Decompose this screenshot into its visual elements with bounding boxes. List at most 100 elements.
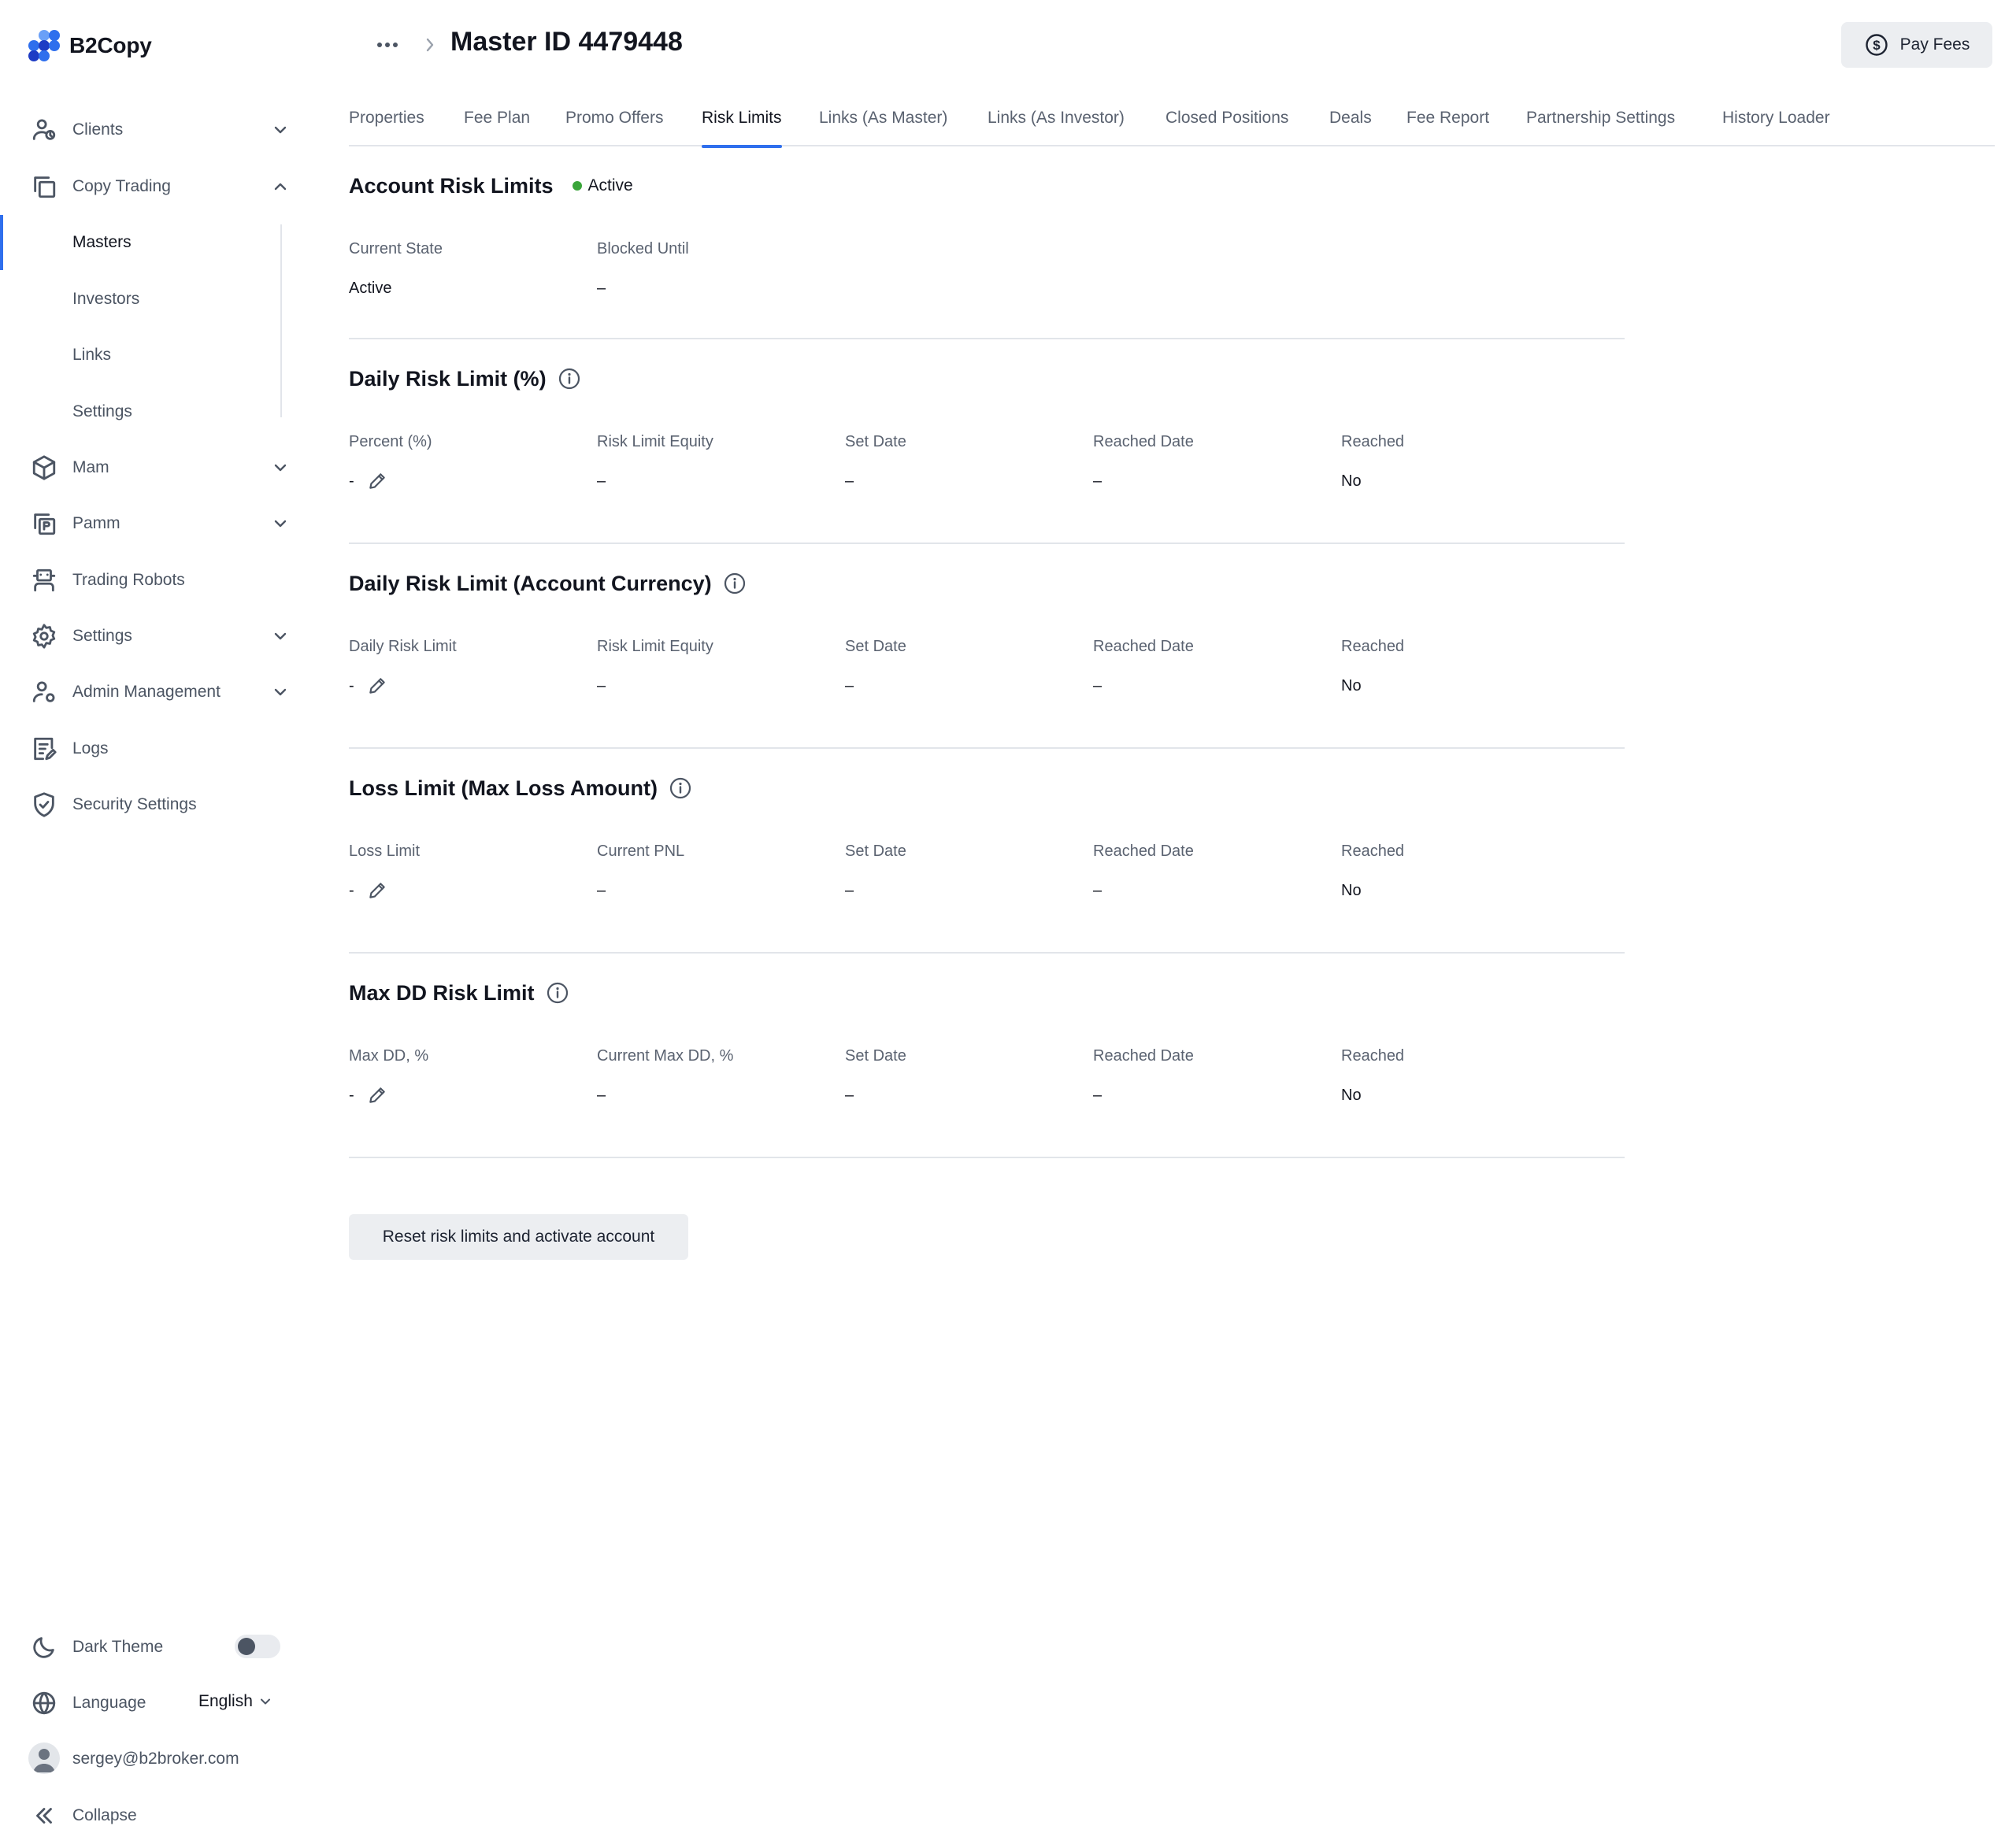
sidebar-subitem-masters[interactable]: Masters: [0, 219, 307, 266]
logs-icon: [30, 735, 58, 763]
section-title: Loss Limit (Max Loss Amount): [349, 776, 658, 800]
tab-properties[interactable]: Properties: [349, 109, 424, 146]
field-value: –: [597, 472, 606, 490]
sidebar-item-label: Clients: [72, 120, 124, 139]
section-header: Account Risk Limits Active: [349, 172, 633, 200]
sidebar-item-security-settings[interactable]: Security Settings: [0, 781, 307, 828]
tab-history-loader[interactable]: History Loader: [1722, 109, 1830, 146]
sidebar-subitem-links[interactable]: Links: [0, 331, 307, 379]
breadcrumb-more-button[interactable]: [373, 35, 402, 55]
language-value: English: [198, 1692, 253, 1710]
tab-closed-positions[interactable]: Closed Positions: [1166, 109, 1288, 146]
sidebar-item-label: Mam: [72, 458, 109, 476]
status-badge: Active: [572, 176, 633, 195]
field-value: –: [1093, 677, 1102, 694]
sidebar-subitem-investors[interactable]: Investors: [0, 276, 307, 323]
loss-limit-section: Loss Limit (Max Loss Amount) Loss Limit …: [349, 749, 1625, 954]
pay-fees-label: Pay Fees: [1899, 35, 1970, 54]
sidebar-item-settings[interactable]: Settings: [0, 613, 307, 660]
sidebar-item-copy-trading[interactable]: Copy Trading: [0, 163, 307, 210]
chevron-down-icon: [271, 458, 290, 477]
user-row[interactable]: sergey@b2broker.com: [0, 1735, 307, 1783]
language-label: Language: [72, 1694, 146, 1712]
svg-text:$: $: [1873, 38, 1881, 53]
sidebar-item-logs[interactable]: Logs: [0, 725, 307, 772]
sidebar-item-clients[interactable]: Clients: [0, 106, 307, 154]
chevron-up-icon: [271, 177, 290, 196]
chevron-down-icon: [271, 120, 290, 139]
field-reached: Reached No: [1341, 839, 1577, 902]
app-root: B2Copy Clients Copy Trading Masters Inve…: [0, 0, 2016, 1848]
tab-promo-offers[interactable]: Promo Offers: [565, 109, 663, 146]
field-risk-limit-equity: Risk Limit Equity –: [597, 635, 833, 698]
pay-fees-button[interactable]: $ Pay Fees: [1841, 22, 1992, 68]
user-email: sergey@b2broker.com: [72, 1750, 239, 1768]
pamm-icon: [30, 509, 58, 538]
tab-links-as-master[interactable]: Links (As Master): [819, 109, 947, 146]
field-label: Set Date: [845, 843, 906, 860]
dark-theme-toggle[interactable]: [235, 1635, 280, 1658]
logo-text: B2Copy: [69, 33, 152, 57]
field-percent: Percent (%) -: [349, 430, 585, 493]
info-icon[interactable]: [558, 367, 581, 391]
sidebar-item-admin-management[interactable]: Admin Management: [0, 668, 307, 716]
field-label: Reached: [1341, 638, 1405, 655]
tab-risk-limits[interactable]: Risk Limits: [702, 109, 782, 148]
chevron-right-icon: [422, 35, 438, 55]
sidebar-item-label: Settings: [72, 627, 132, 645]
field-max-dd: Max DD, % -: [349, 1044, 585, 1107]
chevron-down-icon: [260, 1698, 270, 1705]
field-label: Reached: [1341, 1047, 1405, 1065]
sidebar-subitem-settings[interactable]: Settings: [0, 388, 307, 435]
sidebar-item-pamm[interactable]: Pamm: [0, 500, 307, 547]
field-set-date: Set Date –: [845, 430, 1081, 493]
pencil-icon[interactable]: [367, 471, 387, 491]
field-value: –: [597, 1087, 606, 1104]
logo[interactable]: B2Copy: [28, 28, 152, 63]
sidebar-item-trading-robots[interactable]: Trading Robots: [0, 557, 307, 604]
section-header: Daily Risk Limit (%): [349, 365, 581, 393]
field-label: Loss Limit: [349, 843, 421, 860]
language-select[interactable]: English: [198, 1690, 273, 1713]
tab-links-as-investor[interactable]: Links (As Investor): [988, 109, 1125, 146]
field-reached: Reached No: [1341, 1044, 1577, 1107]
field-reached: Reached No: [1341, 430, 1577, 493]
pencil-icon[interactable]: [367, 1085, 387, 1105]
dark-theme-label: Dark Theme: [72, 1638, 164, 1656]
tab-fee-report[interactable]: Fee Report: [1406, 109, 1489, 146]
field-value: No: [1341, 472, 1362, 490]
sidebar-item-mam[interactable]: Mam: [0, 444, 307, 491]
chevron-down-icon: [271, 627, 290, 646]
info-icon[interactable]: [723, 572, 747, 595]
field-value: -: [349, 879, 585, 902]
tab-deals[interactable]: Deals: [1329, 109, 1372, 146]
field-label: Set Date: [845, 638, 906, 655]
section-header: Loss Limit (Max Loss Amount): [349, 774, 692, 802]
pencil-icon[interactable]: [367, 880, 387, 901]
field-value: No: [1341, 677, 1362, 694]
gear-icon: [30, 622, 58, 650]
collapse-button[interactable]: Collapse: [0, 1792, 307, 1839]
field-label: Current Max DD, %: [597, 1047, 734, 1065]
reset-risk-limits-button[interactable]: Reset risk limits and activate account: [349, 1214, 688, 1260]
tab-fee-plan[interactable]: Fee Plan: [464, 109, 530, 146]
field-label: Blocked Until: [597, 240, 689, 257]
info-icon[interactable]: [669, 776, 692, 800]
field-value: –: [1093, 882, 1102, 899]
section-header: Daily Risk Limit (Account Currency): [349, 569, 747, 598]
tab-partnership-settings[interactable]: Partnership Settings: [1526, 109, 1675, 146]
field-value: No: [1341, 882, 1362, 899]
field-label: Max DD, %: [349, 1047, 429, 1065]
double-chevron-left-icon: [30, 1802, 58, 1830]
chevron-down-icon: [271, 683, 290, 702]
field-value: –: [845, 1087, 854, 1104]
sidebar-item-label: Logs: [72, 739, 109, 757]
field-value: Active: [349, 280, 392, 297]
pencil-icon[interactable]: [367, 676, 387, 696]
copy-icon: [30, 172, 58, 201]
info-icon[interactable]: [546, 981, 569, 1005]
field-label: Reached Date: [1093, 433, 1194, 450]
sidebar-subitem-label: Investors: [72, 290, 140, 308]
sidebar-subitem-label: Settings: [72, 402, 132, 420]
field-label: Current State: [349, 240, 443, 257]
